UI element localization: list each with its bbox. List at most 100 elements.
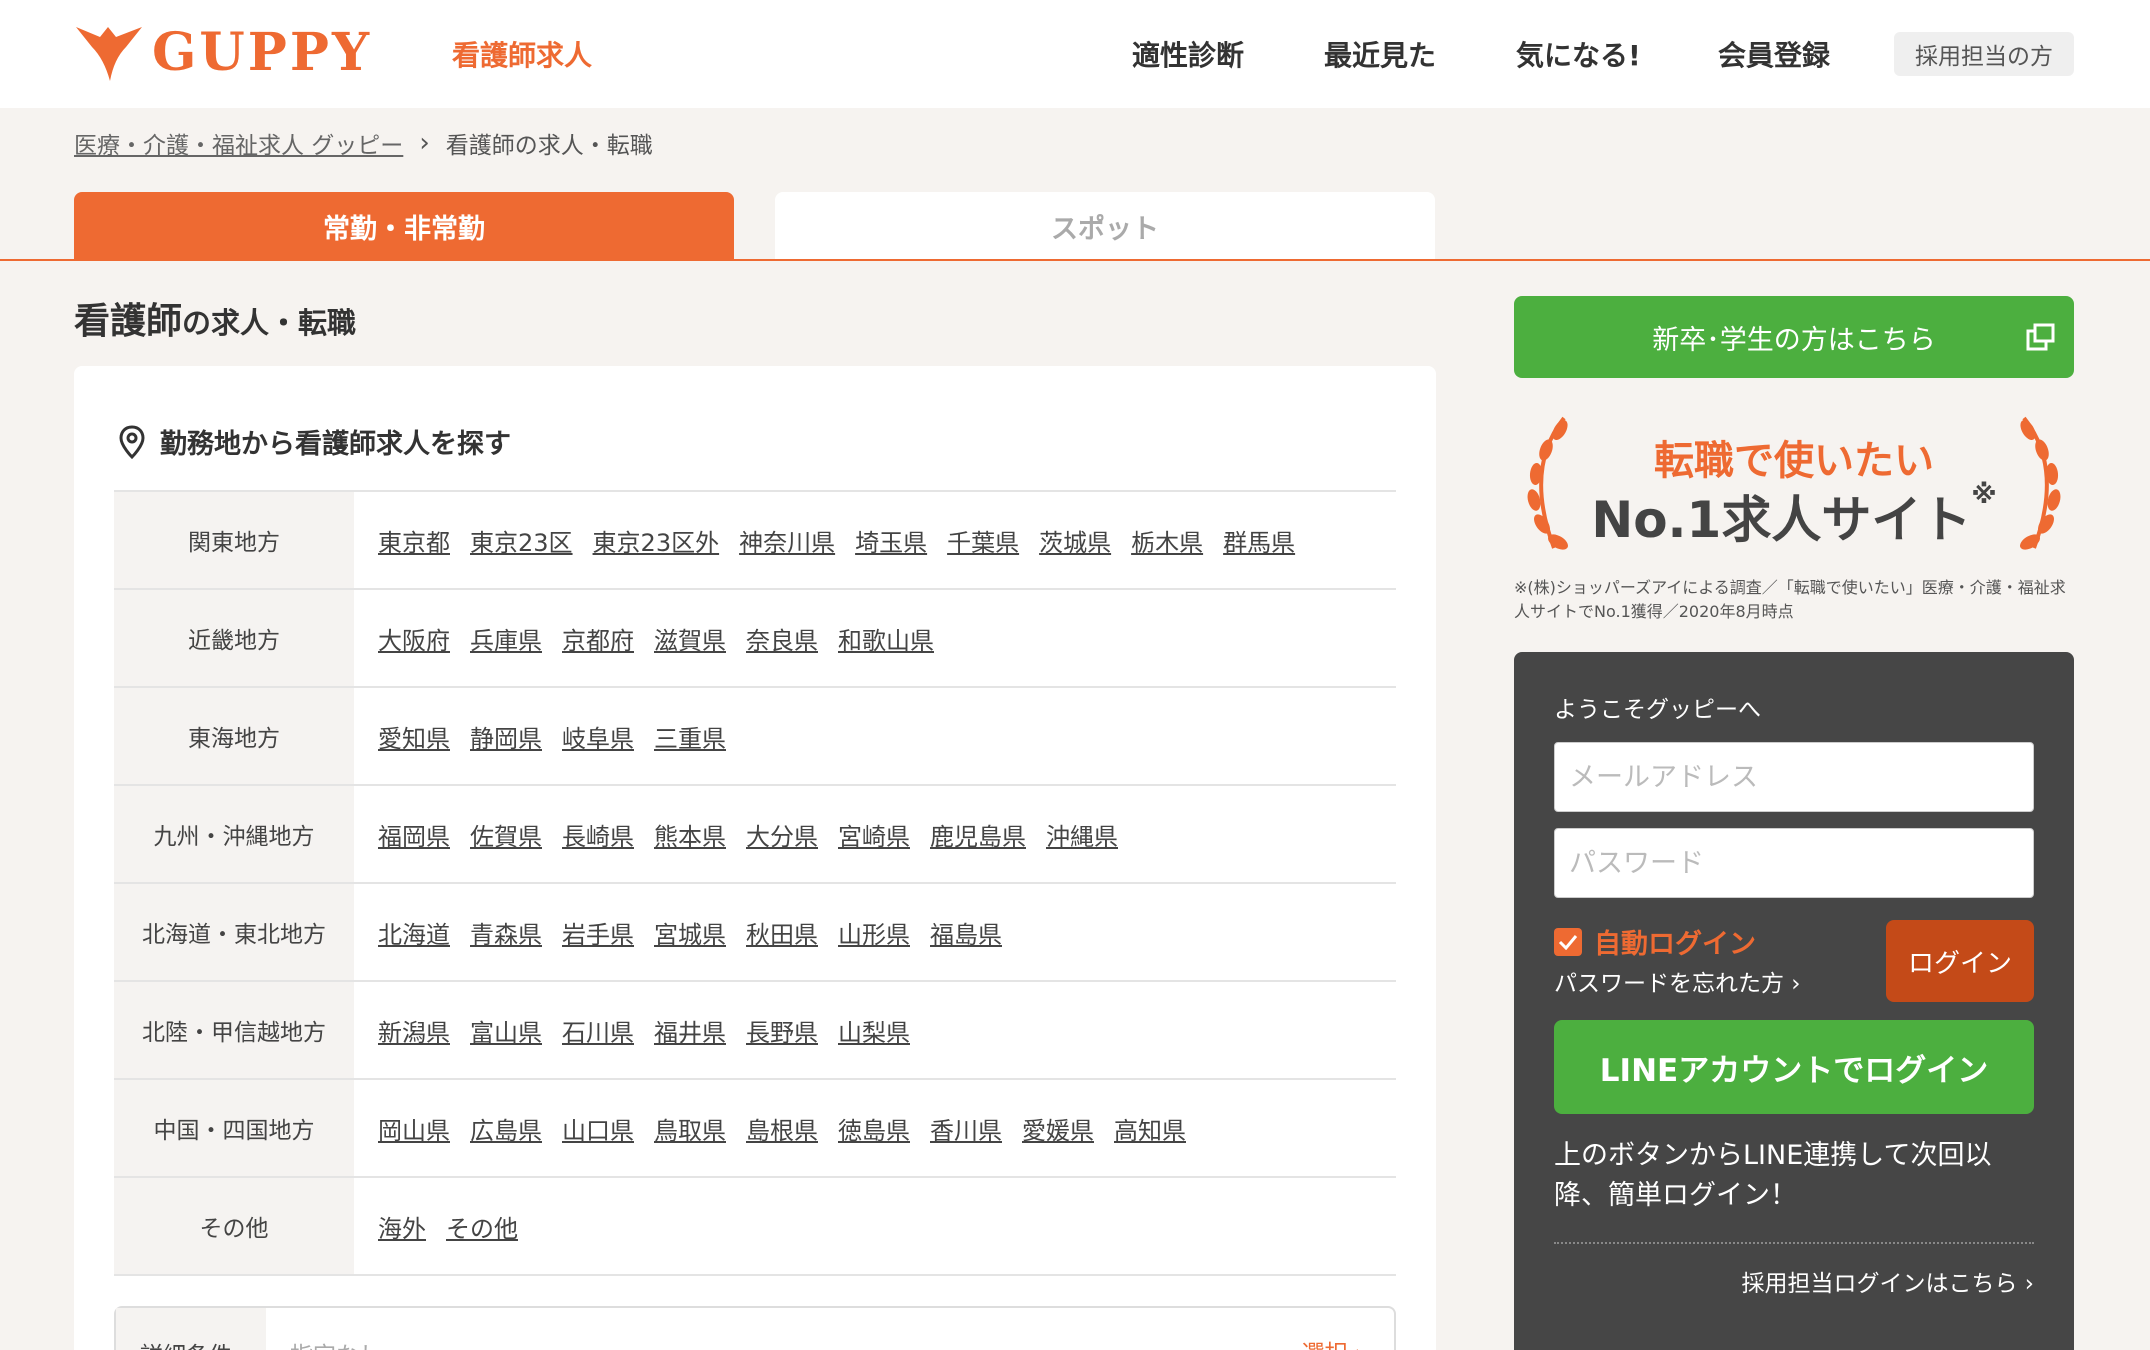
prefecture-link[interactable]: 宮城県 bbox=[654, 915, 726, 950]
award-badge: 転職で使いたい No.1求人サイト※ bbox=[1514, 408, 2074, 558]
prefecture-link[interactable]: 山梨県 bbox=[838, 1013, 910, 1048]
region-row: 北海道・東北地方 北海道 青森県 岩手県 宮城県 秋田県 山形県 福島県 bbox=[114, 884, 1396, 982]
region-name: 東海地方 bbox=[114, 688, 354, 784]
prefecture-link[interactable]: 徳島県 bbox=[838, 1111, 910, 1146]
new-grad-button[interactable]: 新卒･学生の方はこちら bbox=[1514, 296, 2074, 378]
prefecture-link[interactable]: 沖縄県 bbox=[1046, 817, 1118, 852]
region-links: 新潟県 富山県 石川県 福井県 長野県 山梨県 bbox=[354, 982, 1396, 1078]
auto-login-label: 自動ログイン bbox=[1594, 929, 1756, 960]
prefecture-link[interactable]: 滋賀県 bbox=[654, 621, 726, 656]
prefecture-link[interactable]: 岩手県 bbox=[562, 915, 634, 950]
breadcrumb: 医療・介護・福祉求人 グッピー › 看護師の求人・転職 bbox=[74, 126, 653, 160]
prefecture-link[interactable]: 栃木県 bbox=[1131, 523, 1203, 558]
tab-spot[interactable]: スポット bbox=[775, 192, 1435, 260]
guppy-logo-icon bbox=[76, 26, 142, 81]
prefecture-link[interactable]: 広島県 bbox=[470, 1111, 542, 1146]
prefecture-link[interactable]: 福岡県 bbox=[378, 817, 450, 852]
prefecture-link[interactable]: 愛媛県 bbox=[1022, 1111, 1094, 1146]
welcome-text: ようこそグッピーへ bbox=[1554, 697, 1761, 723]
prefecture-link[interactable]: 青森県 bbox=[470, 915, 542, 950]
prefecture-link[interactable]: 神奈川県 bbox=[739, 523, 835, 558]
prefecture-link[interactable]: 岡山県 bbox=[378, 1111, 450, 1146]
nav-register[interactable]: 会員登録 bbox=[1718, 34, 1830, 74]
recruiter-button[interactable]: 採用担当の方 bbox=[1894, 32, 2074, 76]
page-title-sub: の求人・転職 bbox=[182, 306, 357, 340]
region-links: 北海道 青森県 岩手県 宮城県 秋田県 山形県 福島県 bbox=[354, 884, 1396, 980]
prefecture-link[interactable]: 兵庫県 bbox=[470, 621, 542, 656]
checkbox-checked-icon[interactable] bbox=[1554, 927, 1582, 956]
detail-select[interactable]: 選択 › bbox=[1301, 1334, 1364, 1350]
password-input[interactable] bbox=[1554, 828, 2034, 898]
prefecture-link[interactable]: 福島県 bbox=[930, 915, 1002, 950]
prefecture-link[interactable]: 島根県 bbox=[746, 1111, 818, 1146]
award-line2-text: No.1求人サイト bbox=[1591, 491, 1972, 549]
prefecture-link[interactable]: 長野県 bbox=[746, 1013, 818, 1048]
region-links: 愛知県 静岡県 岐阜県 三重県 bbox=[354, 688, 1396, 784]
email-input[interactable] bbox=[1554, 742, 2034, 812]
prefecture-link[interactable]: その他 bbox=[446, 1209, 518, 1244]
logo[interactable]: GUPPY bbox=[74, 22, 372, 83]
prefecture-link[interactable]: 東京23区外 bbox=[593, 523, 720, 558]
prefecture-link[interactable]: 福井県 bbox=[654, 1013, 726, 1048]
page-title: 看護師 の求人・転職 bbox=[74, 292, 356, 344]
prefecture-link[interactable]: 新潟県 bbox=[378, 1013, 450, 1048]
prefecture-link[interactable]: 秋田県 bbox=[746, 915, 818, 950]
prefecture-link[interactable]: 山形県 bbox=[838, 915, 910, 950]
prefecture-link[interactable]: 鹿児島県 bbox=[930, 817, 1026, 852]
login-button[interactable]: ログイン bbox=[1886, 920, 2034, 1002]
prefecture-link[interactable]: 大分県 bbox=[746, 817, 818, 852]
section-heading: 勤務地から看護師求人を探す bbox=[118, 422, 511, 461]
prefecture-link[interactable]: 富山県 bbox=[470, 1013, 542, 1048]
prefecture-link[interactable]: 京都府 bbox=[562, 621, 634, 656]
breadcrumb-separator: › bbox=[419, 128, 430, 158]
award-line1: 転職で使いたい bbox=[1654, 438, 1934, 484]
nav-aptitude[interactable]: 適性診断 bbox=[1132, 34, 1244, 74]
nav-recently-viewed[interactable]: 最近見た bbox=[1324, 34, 1436, 74]
prefecture-link[interactable]: 静岡県 bbox=[470, 719, 542, 754]
laurel-right-icon bbox=[2020, 416, 2061, 550]
auto-login-toggle[interactable]: 自動ログイン bbox=[1554, 922, 1756, 961]
nav-favorites[interactable]: 気になる! bbox=[1516, 34, 1641, 74]
prefecture-link[interactable]: 岐阜県 bbox=[562, 719, 634, 754]
prefecture-link[interactable]: 海外 bbox=[378, 1209, 426, 1244]
region-name: 九州・沖縄地方 bbox=[114, 786, 354, 882]
prefecture-link[interactable]: 長崎県 bbox=[562, 817, 634, 852]
region-table: 関東地方 東京都 東京23区 東京23区外 神奈川県 埼玉県 千葉県 茨城県 栃木県 群馬県 近畿地… bbox=[114, 490, 1396, 1276]
external-link-icon bbox=[2026, 323, 2055, 351]
award-mark: ※ bbox=[1971, 480, 1997, 510]
forgot-password-link[interactable]: パスワードを忘れた方 › bbox=[1554, 964, 1801, 998]
prefecture-link[interactable]: 大阪府 bbox=[378, 621, 450, 656]
prefecture-link[interactable]: 山口県 bbox=[562, 1111, 634, 1146]
prefecture-link[interactable]: 高知県 bbox=[1114, 1111, 1186, 1146]
prefecture-link[interactable]: 埼玉県 bbox=[855, 523, 927, 558]
prefecture-link[interactable]: 千葉県 bbox=[947, 523, 1019, 558]
prefecture-link[interactable]: 鳥取県 bbox=[654, 1111, 726, 1146]
prefecture-link[interactable]: 石川県 bbox=[562, 1013, 634, 1048]
prefecture-link[interactable]: 愛知県 bbox=[378, 719, 450, 754]
header: GUPPY 看護師求人 適性診断 最近見た 気になる! 会員登録 採用担当の方 bbox=[0, 0, 2150, 108]
prefecture-link[interactable]: 佐賀県 bbox=[470, 817, 542, 852]
header-category[interactable]: 看護師求人 bbox=[452, 34, 592, 74]
prefecture-link[interactable]: 三重県 bbox=[654, 719, 726, 754]
search-card: 勤務地から看護師求人を探す 関東地方 東京都 東京23区 東京23区外 神奈川県 埼玉県千… bbox=[74, 366, 1436, 1350]
prefecture-link[interactable]: 茨城県 bbox=[1039, 523, 1111, 558]
breadcrumb-home[interactable]: 医療・介護・福祉求人 グッピー bbox=[74, 126, 403, 160]
tab-fulltime[interactable]: 常勤・非常勤 bbox=[74, 192, 734, 260]
detail-conditions[interactable]: 詳細条件 指定なし 選択 › bbox=[114, 1306, 1396, 1350]
prefecture-link[interactable]: 熊本県 bbox=[654, 817, 726, 852]
breadcrumb-current: 看護師の求人・転職 bbox=[445, 133, 653, 159]
location-pin-icon bbox=[119, 424, 145, 459]
prefecture-link[interactable]: 東京23区 bbox=[470, 523, 573, 558]
prefecture-link[interactable]: 群馬県 bbox=[1223, 523, 1295, 558]
region-links: 岡山県 広島県 山口県 鳥取県 島根県 徳島県 香川県 愛媛県 高知県 bbox=[354, 1080, 1396, 1176]
recruiter-login-link[interactable]: 採用担当ログインはこちら › bbox=[1741, 1264, 2034, 1298]
prefecture-link[interactable]: 宮崎県 bbox=[838, 817, 910, 852]
prefecture-link[interactable]: 北海道 bbox=[378, 915, 450, 950]
line-login-button[interactable]: LINEアカウントでログイン bbox=[1554, 1020, 2034, 1114]
prefecture-link[interactable]: 香川県 bbox=[930, 1111, 1002, 1146]
new-grad-label: 新卒･学生の方はこちら bbox=[1652, 324, 1936, 356]
login-panel: ようこそグッピーへ 自動ログイン パスワードを忘れた方 › ログイン LINEア… bbox=[1514, 652, 2074, 1350]
prefecture-link[interactable]: 奈良県 bbox=[746, 621, 818, 656]
prefecture-link[interactable]: 和歌山県 bbox=[838, 621, 934, 656]
prefecture-link[interactable]: 東京都 bbox=[378, 523, 450, 558]
